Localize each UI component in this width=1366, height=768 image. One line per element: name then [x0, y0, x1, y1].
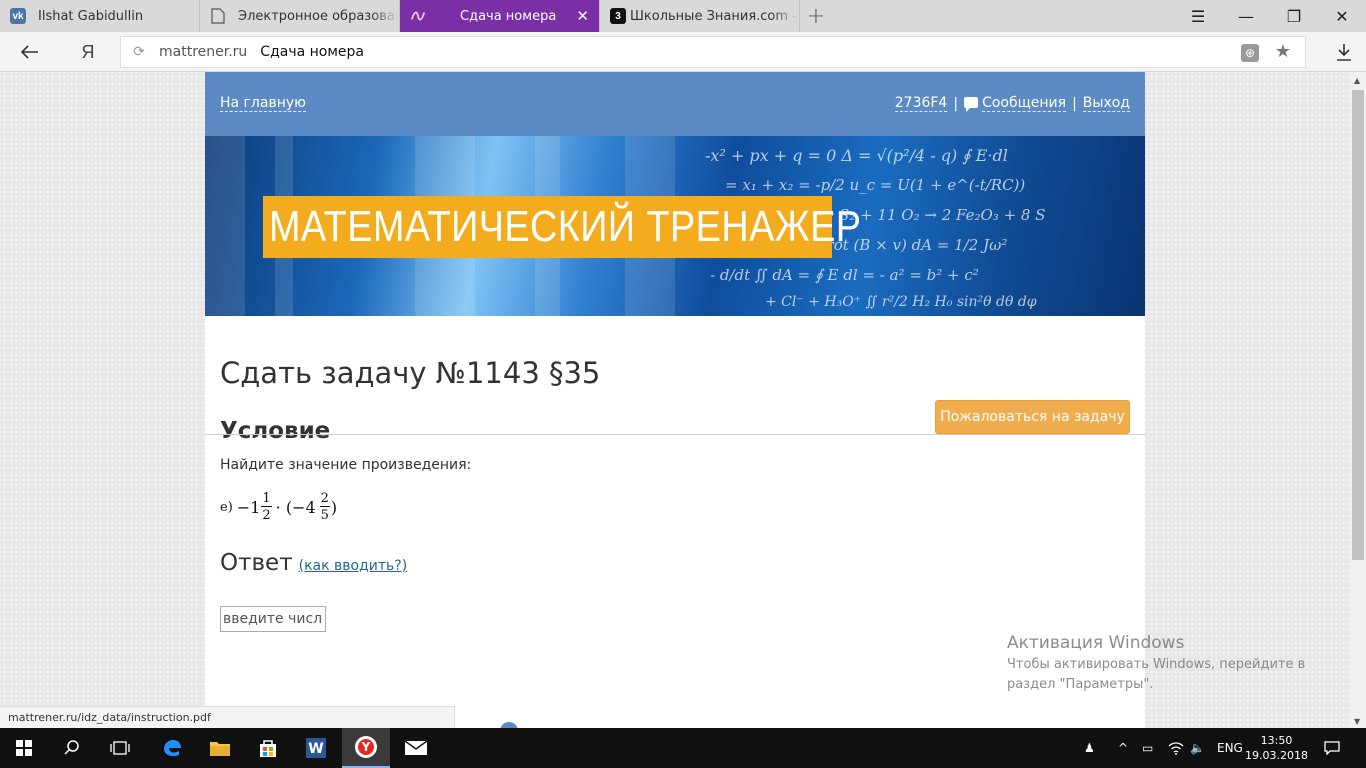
clock-time: 13:50 [1260, 734, 1293, 747]
battery-icon[interactable]: ▭ [1142, 728, 1153, 768]
report-task-button[interactable]: Пожаловаться на задачу [935, 400, 1130, 434]
edge-icon[interactable] [148, 728, 196, 768]
math-expression: е) −1 1 2 · (−4 2 5 ) [220, 492, 337, 522]
tab-title: Ilshat Gabidullin [38, 8, 144, 24]
tab-znanija[interactable]: 3 Школьные Знания.com - Ре [600, 0, 800, 32]
page-viewport: На главную 2736F4 | Сообщения | Выход -x… [0, 72, 1350, 728]
yandex-icon[interactable]: Я [74, 38, 102, 66]
tab-title: Сдача номера [460, 8, 557, 24]
expression-part: · (−4 [275, 497, 316, 517]
fraction: 1 2 [261, 491, 272, 523]
site-banner: -x² + px + q = 0 Δ = √(p²/4 - q) ∮ E·dl … [205, 136, 1145, 316]
task-view-icon[interactable] [96, 728, 144, 768]
tab-edu[interactable]: Электронное образование [200, 0, 400, 32]
home-link[interactable]: На главную [220, 95, 306, 112]
tab-vk[interactable]: vk Ilshat Gabidullin [0, 0, 200, 32]
protect-icon[interactable]: ⊕ [1241, 44, 1259, 62]
volume-icon[interactable]: 🔈 [1190, 728, 1205, 768]
site-page: На главную 2736F4 | Сообщения | Выход -x… [205, 72, 1145, 728]
watermark-title: Активация Windows [1007, 633, 1185, 653]
answer-help-link[interactable]: (как вводить?) [299, 558, 408, 574]
message-icon [964, 97, 979, 112]
browser-toolbar: Я ⟳ mattrener.ru Сдача номера ⊕ ★ [0, 32, 1366, 72]
search-icon[interactable] [48, 728, 96, 768]
nav-separator: | [953, 95, 959, 112]
reload-icon[interactable]: ⟳ [121, 44, 157, 60]
logout-link[interactable]: Выход [1082, 95, 1130, 112]
expression-part: ) [330, 497, 338, 517]
address-bar[interactable]: ⟳ mattrener.ru Сдача номера ⊕ ★ [120, 36, 1306, 68]
page-scrollbar[interactable]: ▲ ▼ [1350, 72, 1366, 728]
answer-section: Ответ (как вводить?) [220, 550, 407, 576]
back-icon[interactable] [16, 38, 44, 66]
new-tab-button[interactable]: + [800, 0, 832, 32]
window-close-icon[interactable]: ✕ [1318, 0, 1366, 32]
restore-icon[interactable]: ❐ [1270, 0, 1318, 32]
file-explorer-icon[interactable] [196, 728, 244, 768]
watermark-line: раздел "Параметры". [1007, 677, 1154, 692]
answer-input[interactable] [220, 606, 326, 632]
messages-link[interactable]: Сообщения [982, 95, 1067, 112]
user-nav: 2736F4 | Сообщения | Выход [894, 95, 1130, 112]
scroll-down-icon[interactable]: ▼ [1354, 717, 1360, 726]
fraction-numerator: 1 [261, 491, 272, 507]
start-icon[interactable] [0, 728, 48, 768]
minimize-icon[interactable]: — [1222, 0, 1270, 32]
vk-icon: vk [10, 8, 26, 24]
language-indicator[interactable]: ENG [1217, 728, 1243, 768]
condition-heading: Условие [220, 418, 331, 444]
menu-icon[interactable]: ☰ [1174, 0, 1222, 32]
fraction-denominator: 5 [320, 508, 329, 523]
answer-heading: Ответ [220, 550, 293, 576]
tray-expand-icon[interactable]: ^ [1118, 728, 1128, 768]
znanija-icon: 3 [610, 8, 626, 24]
fraction-numerator: 2 [319, 491, 330, 507]
svg-text:W: W [308, 741, 323, 757]
expression-part: −1 [236, 497, 261, 517]
notifications-icon[interactable] [1324, 728, 1340, 768]
close-icon[interactable]: ✕ [576, 8, 589, 24]
tab-strip: vk Ilshat Gabidullin Электронное образов… [0, 0, 1366, 32]
wifi-icon[interactable] [1168, 728, 1184, 768]
banner-decoration: -x² + px + q = 0 Δ = √(p²/4 - q) ∮ E·dl [705, 146, 1008, 165]
yandex-browser-icon[interactable]: Y [342, 728, 390, 768]
clock[interactable]: 13:50 19.03.2018 [1245, 733, 1308, 763]
address-domain: mattrener.ru [159, 44, 248, 60]
watermark-line: Чтобы активировать Windows, перейдите в [1007, 657, 1306, 672]
word-icon[interactable]: W [292, 728, 340, 768]
banner-title-box: МАТЕМАТИЧЕСКИЙ ТРЕНАЖЕР [263, 196, 861, 258]
site-header: На главную 2736F4 | Сообщения | Выход [205, 72, 1145, 136]
bookmark-star-icon[interactable]: ★ [1275, 41, 1291, 62]
nav-separator: | [1072, 95, 1077, 112]
store-icon[interactable] [244, 728, 292, 768]
scroll-up-icon[interactable]: ▲ [1354, 76, 1360, 85]
clock-date: 19.03.2018 [1245, 749, 1308, 762]
address-page-title: Сдача номера [260, 44, 364, 60]
mail-icon[interactable] [392, 728, 440, 768]
fraction-denominator: 2 [262, 508, 271, 523]
svg-text:Y: Y [361, 740, 371, 754]
windows-activation-watermark: Активация Windows Чтобы активировать Win… [1007, 633, 1327, 695]
status-bar-url: mattrener.ru/idz_data/instruction.pdf [0, 706, 455, 728]
divider [205, 434, 1145, 435]
download-icon[interactable] [1330, 38, 1358, 66]
page-icon [210, 8, 226, 24]
condition-text: Найдите значение произведения: [220, 457, 472, 473]
banner-title: МАТЕМАТИЧЕСКИЙ ТРЕНАЖЕР [269, 202, 862, 251]
windows-taskbar: W Y ♟ ^ ▭ 🔈 ENG 13:50 19.03.2018 [0, 728, 1366, 768]
user-id-link[interactable]: 2736F4 [894, 95, 948, 112]
people-icon[interactable]: ♟ [1084, 728, 1095, 768]
tab-mattrener[interactable]: Сдача номера ✕ [400, 0, 600, 32]
fraction: 2 5 [319, 491, 330, 523]
expression-label: е) [220, 499, 233, 515]
scrollbar-thumb[interactable] [1352, 90, 1364, 560]
page-title: Сдать задачу №1143 §35 [220, 356, 601, 390]
mattrener-icon [410, 8, 426, 24]
